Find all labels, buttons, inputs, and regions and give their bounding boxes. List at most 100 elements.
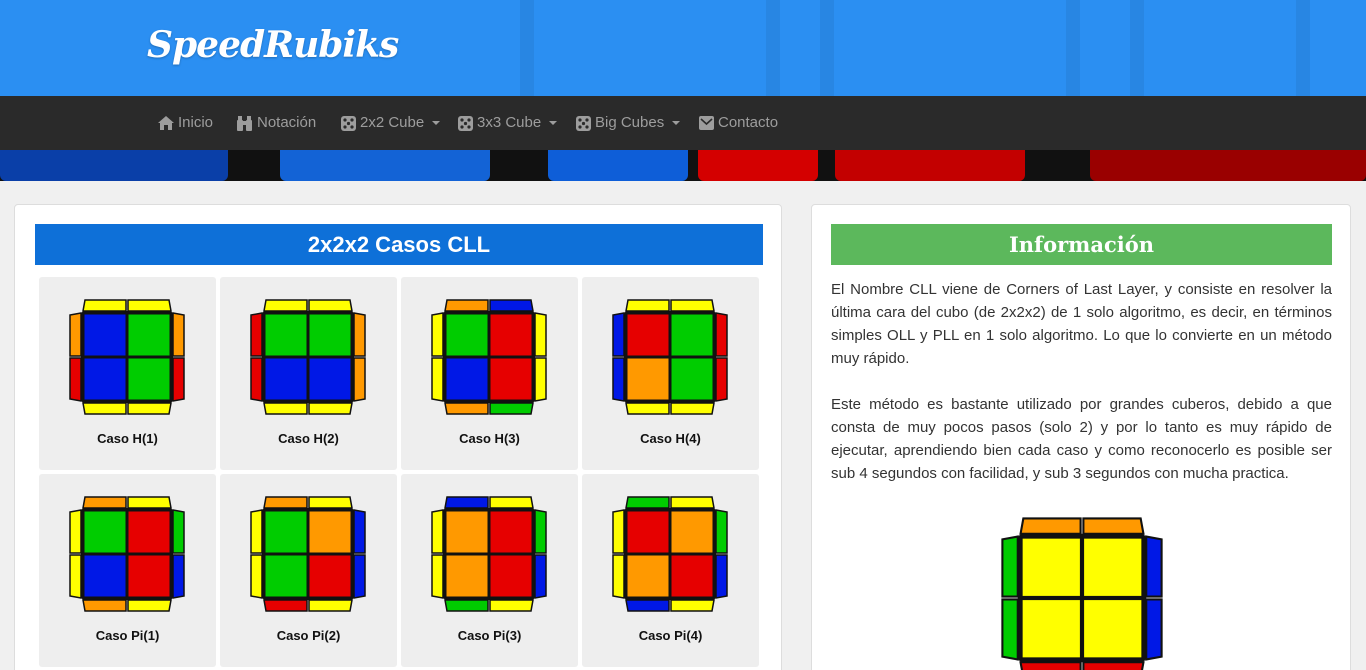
side-sticker-left bbox=[250, 554, 263, 599]
side-sticker-bottom bbox=[625, 402, 670, 415]
nav-item-label: 2x2 Cube bbox=[360, 114, 425, 131]
nav-item-notacion[interactable]: Notación bbox=[236, 96, 316, 150]
side-sticker-right bbox=[1145, 535, 1163, 598]
face-sticker bbox=[670, 313, 714, 357]
cube-case-diagram bbox=[431, 299, 547, 415]
side-sticker-bottom bbox=[127, 402, 172, 415]
face-sticker bbox=[1082, 537, 1143, 598]
case-card[interactable]: Caso Pi(4) bbox=[582, 474, 759, 667]
site-logo[interactable]: SpeedRubiks bbox=[147, 24, 399, 66]
face-sticker bbox=[308, 313, 352, 357]
side-sticker-left bbox=[250, 357, 263, 402]
face-sticker bbox=[127, 313, 171, 357]
face-sticker bbox=[626, 554, 670, 598]
face-sticker bbox=[489, 357, 533, 401]
case-caption: Caso Pi(1) bbox=[95, 628, 160, 643]
case-card[interactable]: Caso H(4) bbox=[582, 277, 759, 470]
face-sticker bbox=[308, 554, 352, 598]
binoculars-icon bbox=[237, 115, 252, 131]
site-header: SpeedRubiks bbox=[0, 0, 1366, 96]
cases-panel-title: 2x2x2 Casos CLL bbox=[35, 224, 763, 265]
side-sticker-left bbox=[612, 312, 625, 357]
side-sticker-top bbox=[82, 496, 127, 509]
side-sticker-top bbox=[82, 299, 127, 312]
face-sticker bbox=[83, 510, 127, 554]
side-sticker-bottom bbox=[670, 599, 715, 612]
side-sticker-right bbox=[715, 312, 728, 357]
header-background-decoration bbox=[820, 0, 1080, 96]
nav-item-label: Notación bbox=[257, 114, 317, 131]
cube-case-diagram bbox=[69, 299, 185, 415]
face-sticker bbox=[1021, 537, 1082, 598]
face-sticker bbox=[670, 357, 714, 401]
side-sticker-top bbox=[670, 299, 715, 312]
face-sticker bbox=[489, 313, 533, 357]
banner-sticker bbox=[835, 150, 1025, 181]
side-sticker-right bbox=[353, 554, 366, 599]
nav-item-2x2-cube[interactable]: 2x2 Cube bbox=[341, 96, 441, 150]
case-card[interactable]: Caso Pi(2) bbox=[220, 474, 397, 667]
side-sticker-bottom bbox=[263, 402, 308, 415]
side-sticker-right bbox=[534, 554, 547, 599]
face-sticker bbox=[445, 554, 489, 598]
side-sticker-top bbox=[444, 299, 489, 312]
dice-icon bbox=[458, 115, 473, 131]
side-sticker-right bbox=[172, 312, 185, 357]
case-caption: Caso H(3) bbox=[459, 431, 520, 446]
banner-sticker bbox=[280, 150, 490, 181]
face-sticker bbox=[127, 357, 171, 401]
nav-item-big-cubes[interactable]: Big Cubes bbox=[576, 96, 681, 150]
face-sticker bbox=[1021, 598, 1082, 659]
caret-down-icon bbox=[432, 121, 441, 125]
side-sticker-top bbox=[308, 496, 353, 509]
nav-item-inicio[interactable]: Inicio bbox=[158, 96, 213, 150]
case-card[interactable]: Caso H(1) bbox=[39, 277, 216, 470]
side-sticker-top bbox=[489, 299, 534, 312]
side-sticker-top bbox=[308, 299, 353, 312]
nav-item-label: Big Cubes bbox=[595, 114, 665, 131]
face-sticker bbox=[626, 510, 670, 554]
side-sticker-left bbox=[250, 509, 263, 554]
side-sticker-left bbox=[431, 554, 444, 599]
side-sticker-top bbox=[489, 496, 534, 509]
info-paragraph: El Nombre CLL viene de Corners of Last L… bbox=[831, 281, 1332, 367]
banner-sticker bbox=[1090, 150, 1366, 181]
case-card[interactable]: Caso H(3) bbox=[401, 277, 578, 470]
side-sticker-left bbox=[250, 312, 263, 357]
side-sticker-bottom bbox=[489, 599, 534, 612]
face-sticker bbox=[626, 313, 670, 357]
side-sticker-left bbox=[69, 312, 82, 357]
case-caption: Caso H(2) bbox=[278, 431, 339, 446]
side-sticker-top bbox=[263, 299, 308, 312]
header-background-decoration bbox=[520, 0, 780, 96]
side-sticker-bottom bbox=[444, 599, 489, 612]
nav-item-contacto[interactable]: Contacto bbox=[699, 96, 778, 150]
face-sticker bbox=[264, 357, 308, 401]
cube-case-diagram bbox=[250, 299, 366, 415]
side-sticker-right bbox=[534, 509, 547, 554]
face-sticker bbox=[264, 554, 308, 598]
face-sticker bbox=[308, 357, 352, 401]
side-sticker-bottom bbox=[489, 402, 534, 415]
side-sticker-bottom bbox=[444, 402, 489, 415]
side-sticker-right bbox=[353, 357, 366, 402]
dice-icon bbox=[576, 115, 591, 131]
nav-item-3x3-cube[interactable]: 3x3 Cube bbox=[458, 96, 558, 150]
envelope-icon bbox=[699, 116, 714, 130]
main-navbar: Inicio Notación 2x2 Cube 3x3 Cube Big Cu… bbox=[0, 96, 1366, 150]
side-sticker-left bbox=[69, 554, 82, 599]
face-sticker bbox=[83, 357, 127, 401]
info-paragraph: Este método es bastante utilizado por gr… bbox=[831, 396, 1332, 482]
side-sticker-right bbox=[715, 554, 728, 599]
side-sticker-left bbox=[612, 357, 625, 402]
info-panel: Información El Nombre CLL viene de Corne… bbox=[811, 204, 1351, 670]
case-card[interactable]: Caso Pi(1) bbox=[39, 474, 216, 667]
banner-sticker bbox=[698, 150, 818, 181]
case-caption: Caso H(4) bbox=[640, 431, 701, 446]
side-sticker-bottom bbox=[670, 402, 715, 415]
side-sticker-left bbox=[431, 509, 444, 554]
side-sticker-right bbox=[715, 357, 728, 402]
side-sticker-right bbox=[172, 554, 185, 599]
case-card[interactable]: Caso H(2) bbox=[220, 277, 397, 470]
case-card[interactable]: Caso Pi(3) bbox=[401, 474, 578, 667]
